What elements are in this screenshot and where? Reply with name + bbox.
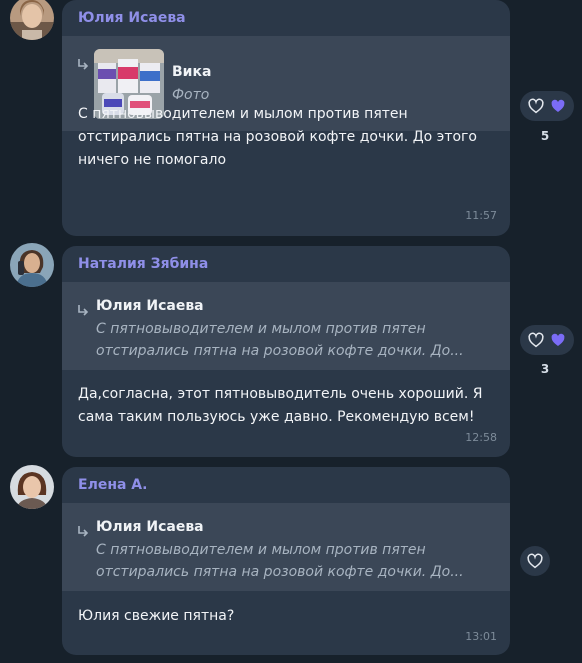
reply-arrow-icon (78, 59, 89, 70)
author-name[interactable]: Елена А. (62, 467, 510, 503)
reaction-bar[interactable] (520, 325, 574, 355)
comments-feed: Юлия Исаева Вика Фото С пятновыводителем… (0, 0, 582, 663)
quote-author: Юлия Исаева (96, 298, 204, 314)
author-name[interactable]: Наталия Зябина (62, 246, 510, 282)
heart-filled-icon[interactable] (550, 98, 566, 114)
quote-text: С пятновыводителем и мылом против пятен (96, 542, 426, 558)
message-time: 13:01 (465, 630, 497, 643)
heart-filled-icon[interactable] (550, 332, 566, 348)
reply-quote[interactable]: Юлия Исаева С пятновыводителем и мылом п… (62, 503, 510, 591)
message-bubble: Юлия Исаева Вика Фото С пятновыводителем… (62, 0, 510, 236)
reaction-bar[interactable] (520, 546, 550, 576)
heart-outline-icon[interactable] (527, 331, 545, 349)
reply-arrow-icon (78, 526, 89, 537)
reply-arrow-icon (78, 305, 89, 316)
quote-text: отстирались пятна на розовой кофте дочки… (96, 564, 464, 580)
quote-text: С пятновыводителем и мылом против пятен (96, 321, 426, 337)
message-text-line: ничего не помогало (78, 152, 227, 168)
message-time: 12:58 (465, 431, 497, 444)
message-text-line: С пятновыводителем и мылом против пятен (78, 106, 408, 122)
message-text-line: Юлия свежие пятна? (78, 608, 235, 624)
reaction-count: 5 (540, 129, 550, 143)
message-bubble: Наталия Зябина Юлия Исаева С пятновыводи… (62, 246, 510, 457)
message-bubble: Елена А. Юлия Исаева С пятновыводителем … (62, 467, 510, 655)
avatar[interactable] (10, 243, 54, 287)
author-name[interactable]: Юлия Исаева (62, 0, 510, 36)
heart-outline-icon[interactable] (527, 97, 545, 115)
quote-author: Вика (172, 64, 212, 80)
quote-text: отстирались пятна на розовой кофте дочки… (96, 343, 464, 359)
message-text-line: Да,согласна, этот пятновыводитель очень … (78, 386, 483, 402)
quote-author: Юлия Исаева (96, 519, 204, 535)
heart-outline-icon[interactable] (526, 552, 544, 570)
reaction-count: 3 (540, 362, 550, 376)
quote-text: Фото (172, 87, 210, 103)
message-text-line: сама таким пользуюсь уже давно. Рекоменд… (78, 409, 475, 425)
avatar[interactable] (10, 465, 54, 509)
message-text-line: отстирались пятна на розовой кофте дочки… (78, 129, 477, 145)
avatar[interactable] (10, 0, 54, 40)
reaction-bar[interactable] (520, 91, 574, 121)
reply-quote[interactable]: Юлия Исаева С пятновыводителем и мылом п… (62, 282, 510, 370)
message-time: 11:57 (465, 209, 497, 222)
